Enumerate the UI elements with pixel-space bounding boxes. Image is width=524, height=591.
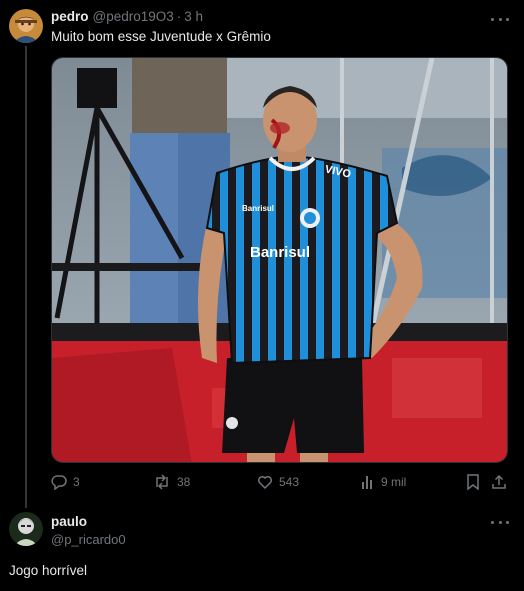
reply-icon bbox=[51, 475, 67, 490]
bookmark-button[interactable] bbox=[466, 472, 480, 492]
repost-button[interactable]: 38 bbox=[153, 472, 190, 492]
heart-icon bbox=[257, 475, 273, 490]
like-button[interactable]: 543 bbox=[257, 472, 299, 492]
share-icon bbox=[492, 474, 506, 489]
share-button[interactable] bbox=[491, 472, 507, 492]
tweet-timestamp[interactable]: 3 h bbox=[184, 9, 203, 24]
reply-more-options-icon[interactable] bbox=[491, 515, 509, 529]
separator-dot: · bbox=[176, 9, 182, 24]
repost-count: 38 bbox=[177, 475, 191, 489]
reply-author-avatar[interactable] bbox=[9, 512, 43, 546]
bookmark-icon bbox=[467, 474, 479, 490]
jersey-sponsor-text: Banrisul bbox=[250, 244, 310, 261]
reply-button[interactable]: 3 bbox=[51, 472, 80, 492]
author-avatar[interactable] bbox=[9, 9, 43, 43]
reply-header: paulo bbox=[51, 514, 87, 529]
tweet-action-bar: 3 38 543 9 mil bbox=[51, 472, 508, 492]
like-count: 543 bbox=[279, 475, 300, 489]
reply-text: Jogo horrível bbox=[9, 563, 88, 578]
reply-author-handle[interactable]: @p_ricardo0 bbox=[51, 532, 126, 547]
reply-author-name[interactable]: paulo bbox=[51, 514, 87, 529]
views-chart-icon bbox=[362, 476, 372, 489]
view-count: 9 mil bbox=[381, 475, 407, 489]
author-name[interactable]: pedro bbox=[51, 9, 89, 24]
reply-count: 3 bbox=[73, 475, 80, 489]
sleeve-sponsor-text: Banrisul bbox=[242, 204, 274, 213]
author-handle[interactable]: @pedro19O3 bbox=[93, 9, 174, 24]
views-button[interactable]: 9 mil bbox=[361, 472, 406, 492]
tweet-text: Muito bom esse Juventude x Grêmio bbox=[51, 29, 271, 44]
thread-connector-line bbox=[25, 46, 27, 508]
tweet-header: pedro @pedro19O3 · 3 h bbox=[51, 9, 203, 24]
more-options-icon[interactable] bbox=[491, 12, 509, 26]
tweet-media-photo[interactable]: Banrisul VIVO Banrisul bbox=[51, 57, 508, 463]
repost-icon bbox=[156, 474, 168, 490]
